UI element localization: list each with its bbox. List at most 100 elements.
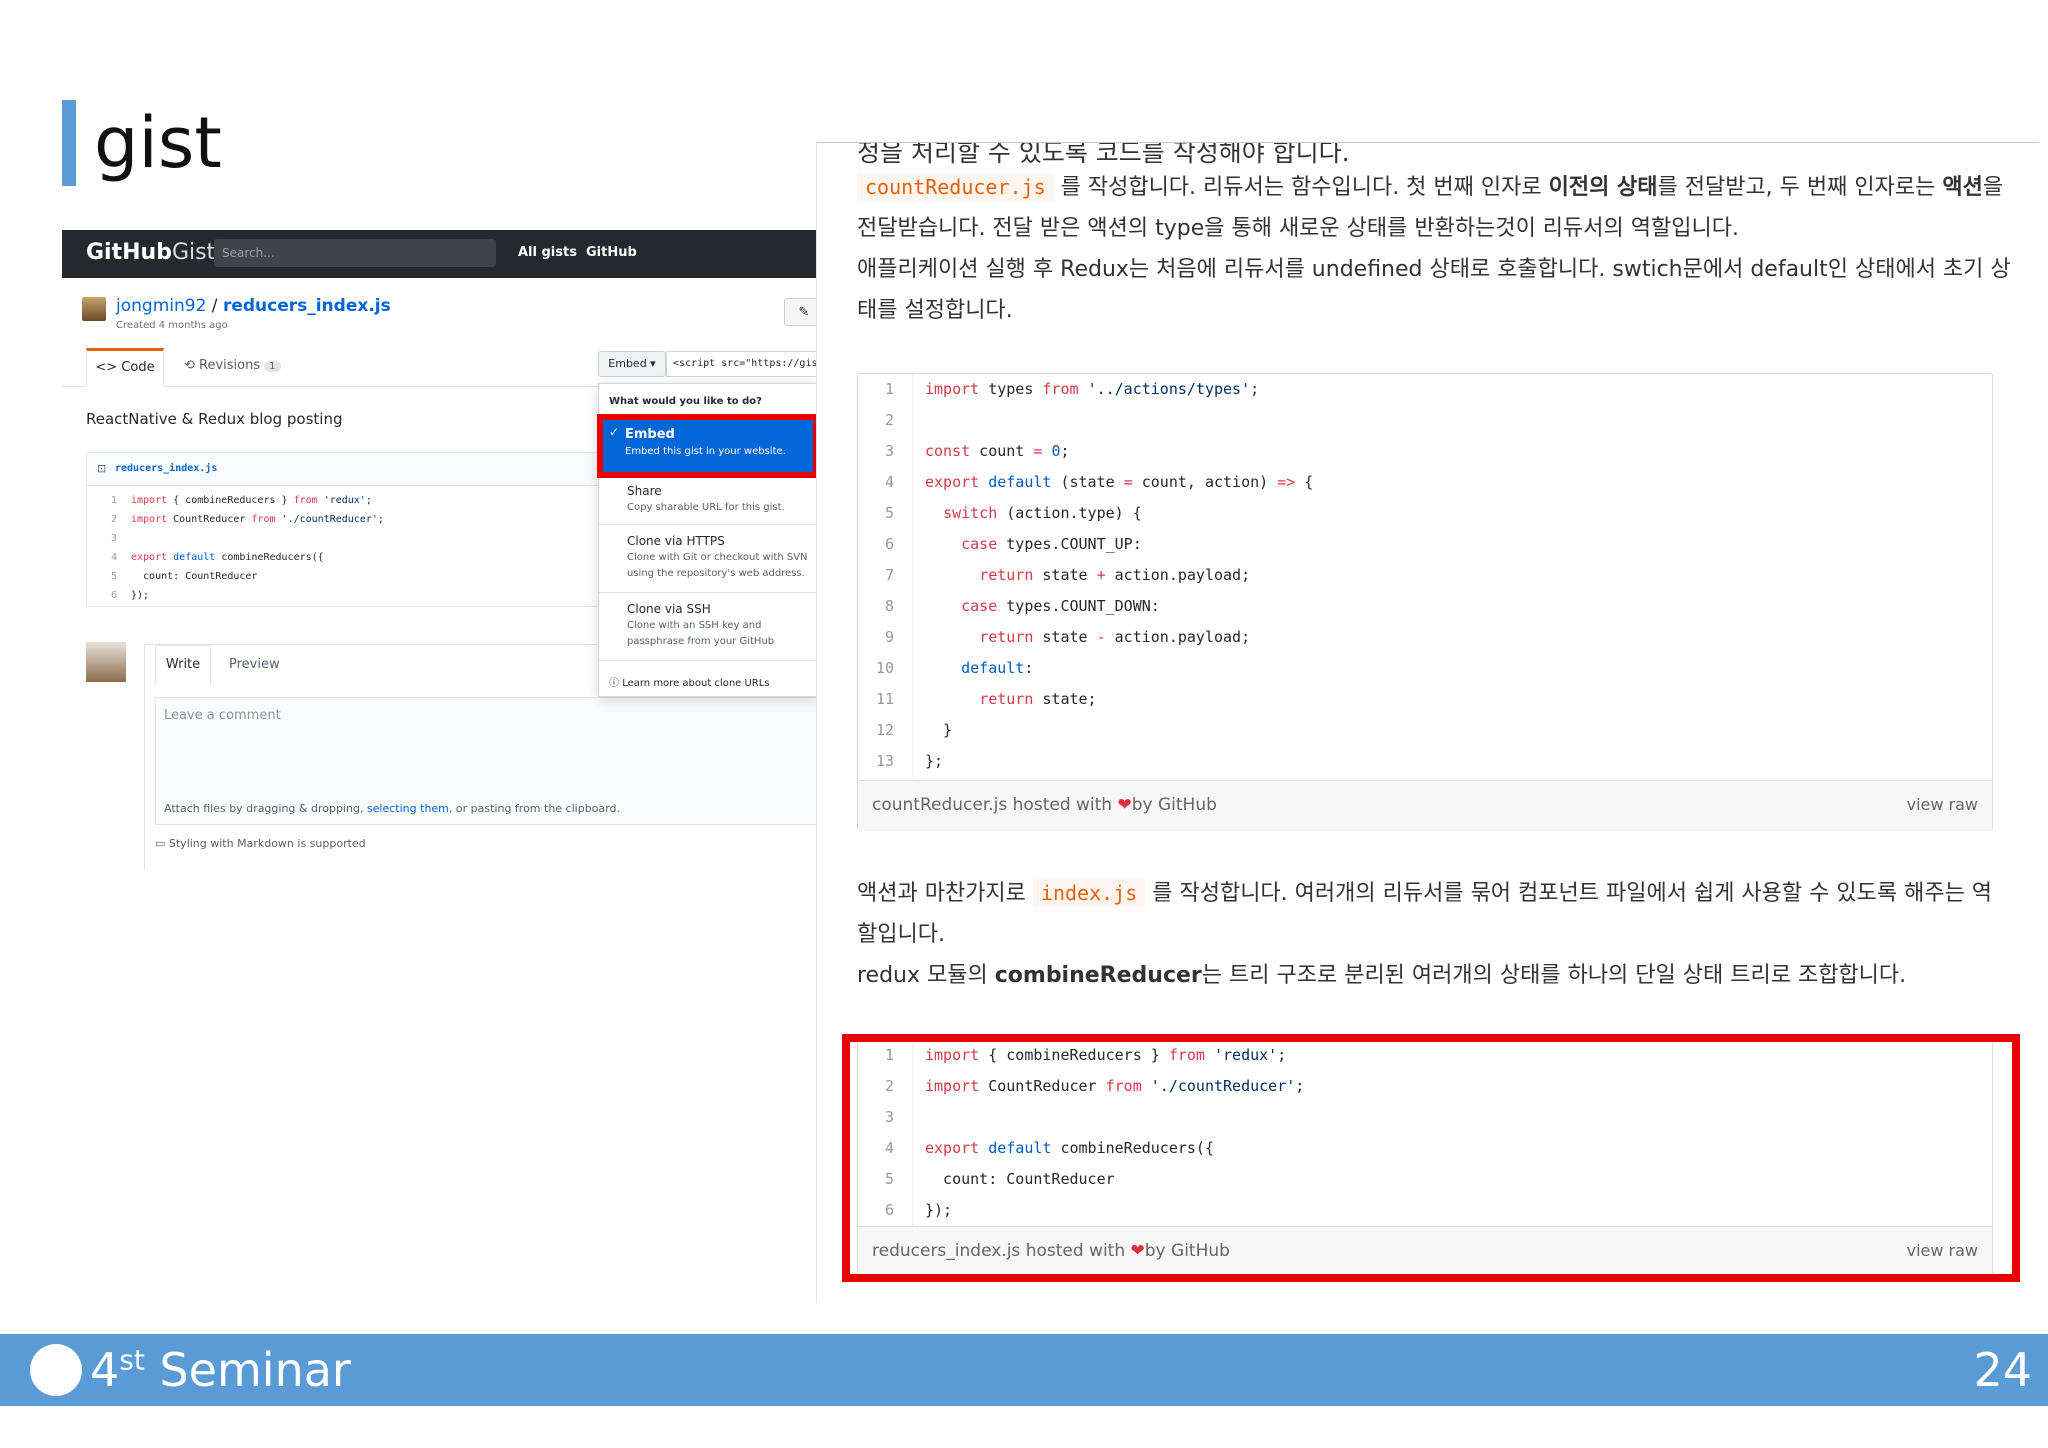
github-gist-logo[interactable]: GitHubGist (86, 238, 215, 268)
code-text: switch (action.type) { (943, 504, 1142, 522)
comment-placeholder: Leave a comment (164, 708, 281, 723)
code-line: 13}; (858, 746, 1992, 777)
code-text: export default (state = count, action) =… (925, 473, 1314, 491)
gist-description: ReactNative & Redux blog posting (86, 410, 343, 428)
line-number: 9 (858, 622, 913, 653)
code-line: 2 (858, 405, 1992, 436)
snippet-line: 5 count: CountReducer (87, 567, 605, 586)
dropdown-item-clone-https[interactable]: Clone via HTTPS (627, 534, 725, 548)
embed-dropdown-button[interactable]: Embed ▾ (598, 351, 666, 377)
code-text: case types.COUNT_UP: (961, 535, 1142, 553)
p1-bold-b: 액션 (1942, 175, 1983, 200)
code-line: 10 default: (858, 653, 1992, 684)
snippet-line: 6}); (87, 586, 605, 605)
dropdown-item-share[interactable]: Share (627, 484, 662, 498)
revisions-label: Revisions (199, 358, 261, 373)
code-line: 12 } (858, 715, 1992, 746)
line-number: 4 (858, 467, 913, 498)
embed-desc: Embed this gist in your website. (625, 446, 786, 457)
line-number: 7 (858, 560, 913, 591)
code-line: 6 case types.COUNT_UP: (858, 529, 1992, 560)
code-text: return state; (979, 690, 1097, 708)
attach-post: , or pasting from the clipboard. (448, 802, 620, 815)
logo-bold-text: GitHub (86, 240, 172, 265)
commenter-avatar (86, 642, 126, 682)
slide-footer: 4st Seminar 24 (0, 1334, 2048, 1406)
code-line: 1 import types from '../actions/types'; (858, 374, 1992, 405)
line-number: 4 (110, 552, 117, 563)
line-number: 6 (858, 529, 913, 560)
file-name-link[interactable]: reducers_index.js (115, 463, 217, 474)
paragraph-7: redux 모듈의 combineReducer는 트리 구조로 분리된 여러개… (857, 955, 1906, 996)
revisions-icon: ⟲ (184, 358, 200, 373)
line-number: 5 (858, 498, 913, 529)
code-embed-countreducer: 1 import types from '../actions/types'; 2 3… (857, 373, 1993, 831)
owner-avatar[interactable] (82, 297, 106, 321)
tab-write[interactable]: Write (155, 645, 211, 685)
code-text: count: CountReducer (131, 571, 258, 582)
https-desc: Clone with Git or checkout with SVN usin… (627, 552, 808, 579)
embed-url-field[interactable]: <script src="https://gist (666, 351, 816, 377)
inline-code-index: index.js (1032, 879, 1146, 907)
path-separator: / (206, 296, 223, 316)
code-text: } (925, 721, 953, 739)
ssh-desc: Clone with an SSH key and passphrase fro… (627, 620, 775, 647)
paragraph-2: 전달받습니다. 전달 받은 액션의 type을 통해 새로운 상태를 반환하는것… (857, 216, 1739, 241)
footer-circle-logo (30, 1344, 82, 1396)
nav-github[interactable]: GitHub (586, 245, 637, 260)
seminar-word: Seminar (159, 1343, 351, 1397)
search-input[interactable]: Search... (214, 239, 496, 267)
revision-count-badge: 1 (264, 361, 281, 372)
code-line: 5 switch (action.type) { (858, 498, 1992, 529)
seminar-label: 4st Seminar (90, 1338, 351, 1402)
line-number: 6 (110, 590, 117, 601)
learn-label: Learn more about clone URLs (622, 678, 770, 689)
select-files-link[interactable]: selecting them (367, 802, 449, 815)
snippet-line: 4 export default combineReducers({ (87, 548, 605, 567)
line-number: 3 (110, 533, 117, 544)
dropdown-divider (599, 524, 816, 525)
code1-hosted-text: countReducer.js hosted with (872, 795, 1118, 815)
markdown-support-note[interactable]: ▭ Styling with Markdown is supported (155, 837, 366, 850)
edit-button[interactable]: ✎ (784, 298, 816, 326)
gist-file-link[interactable]: reducers_index.js (223, 296, 391, 316)
view-raw-link[interactable]: view raw (1907, 795, 1978, 814)
code1-footer-text[interactable]: countReducer.js hosted with ❤by GitHub (872, 795, 1217, 815)
p5-text-a: 액션과 마찬가지로 (857, 881, 1033, 906)
gist-file-box: ⊡ reducers_index.js 1 import { combineRed… (86, 452, 606, 607)
comment-textarea[interactable]: Leave a comment Attach files by dragging… (155, 697, 816, 825)
code-text: import CountReducer from './countReducer… (131, 514, 384, 525)
nav-all-gists[interactable]: All gists (518, 245, 577, 260)
code-text: return state + action.payload; (979, 566, 1251, 584)
code-line: 11 return state; (858, 684, 1992, 715)
code-line: 8 case types.COUNT_DOWN: (858, 591, 1992, 622)
line-number: 8 (858, 591, 913, 622)
dropdown-divider (599, 592, 816, 593)
dropdown-item-embed[interactable]: ✓ Embed Embed this gist in your website. (603, 420, 813, 472)
p5-text-b: 를 작성합니다. 여러개의 리듀서를 묶어 컴포넌트 파일에서 쉽게 사용할 수… (1145, 881, 1993, 906)
dropdown-divider (599, 660, 816, 661)
code-text: import types from '../actions/types'; (925, 380, 1260, 398)
code-text: default: (961, 659, 1034, 677)
title-accent-bar (62, 100, 76, 186)
p1-bold-a: 이전의 상태 (1548, 175, 1658, 200)
red-highlight-box (842, 1034, 2020, 1282)
tab-revisions[interactable]: ⟲ Revisions 1 (184, 358, 281, 373)
owner-link[interactable]: jongmin92 (116, 296, 206, 316)
p7-text-b: 는 트리 구조로 분리된 여러개의 상태를 하나의 단일 상태 트리로 조합합니… (1201, 963, 1907, 988)
dropdown-item-clone-ssh[interactable]: Clone via SSH (627, 602, 711, 616)
dropdown-header: What would you like to do? (609, 396, 762, 407)
tab-preview[interactable]: Preview (229, 657, 280, 672)
created-timestamp: Created 4 months ago (116, 320, 228, 331)
line-number: 1 (858, 374, 913, 405)
paragraph-5: 액션과 마찬가지로 index.js 를 작성합니다. 여러개의 리듀서를 묶어… (857, 873, 1992, 914)
gist-screenshot: GitHubGist Search... All gists GitHub jo… (62, 230, 816, 870)
code-text: }); (131, 590, 150, 601)
paragraph-3: 애플리케이션 실행 후 Redux는 처음에 리듀서를 undefined 상태… (857, 257, 2011, 282)
file-header: ⊡ reducers_index.js (87, 453, 605, 486)
p7-text-a: redux 모듈의 (857, 963, 995, 988)
tab-code[interactable]: <> Code (86, 348, 164, 387)
learn-clone-urls-link[interactable]: ⓘ Learn more about clone URLs (609, 674, 770, 689)
line-number: 11 (858, 684, 913, 715)
paragraph-1: countReducer.js 를 작성합니다. 리듀서는 함수입니다. 첫 번… (857, 167, 2003, 208)
